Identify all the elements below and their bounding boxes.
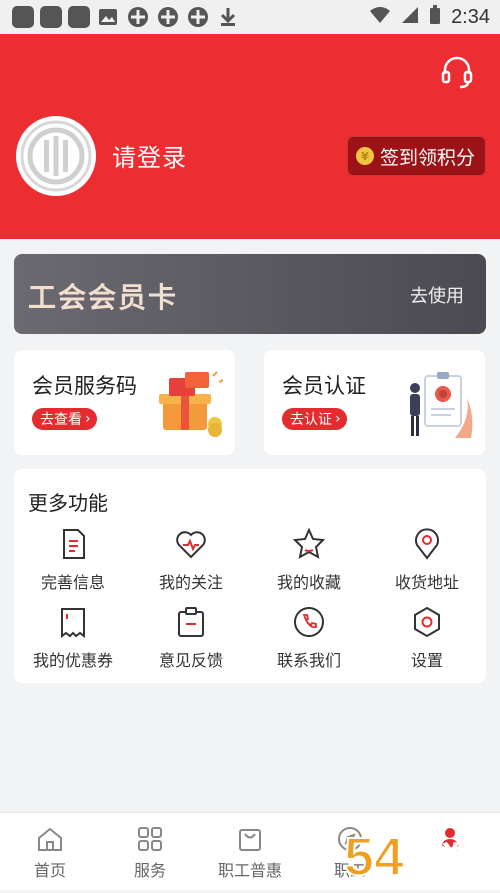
gift-box-illustration <box>155 368 225 440</box>
download-icon <box>216 6 240 28</box>
tile-title: 会员服务码 <box>32 374 137 398</box>
location-icon <box>415 528 439 560</box>
function-label: 我的收藏 <box>276 573 341 592</box>
svg-text:手游网: 手游网 <box>404 842 494 877</box>
avatar[interactable] <box>16 116 96 196</box>
tile-title: 会员认证 <box>282 374 366 398</box>
section-title: 更多功能 <box>28 491 108 515</box>
status-bar-notifications <box>0 6 240 28</box>
bag-icon <box>239 829 261 851</box>
function-shipping-address[interactable]: 收货地址 <box>368 527 486 593</box>
member-service-code-tile[interactable]: 会员服务码 去查看 › <box>14 350 235 455</box>
function-label: 我的优惠券 <box>32 651 113 670</box>
tab-home[interactable]: 首页 <box>0 813 100 890</box>
more-functions-panel: 更多功能 完善信息 我的关注 我的收藏 收货地址 我的优惠券 意见反馈 联系我们… <box>14 469 486 683</box>
function-contact-us[interactable]: 联系我们 <box>250 605 368 671</box>
home-icon <box>38 827 62 851</box>
svg-text:54: 54 <box>344 827 404 887</box>
image-icon <box>96 6 120 28</box>
chevron-right-icon: › <box>335 411 341 427</box>
checkin-points-button[interactable]: ¥ 签到领积分 <box>346 136 486 176</box>
chevron-right-icon: › <box>85 411 91 427</box>
function-label: 联系我们 <box>276 651 341 670</box>
signal-icon <box>401 6 419 28</box>
function-grid: 完善信息 我的关注 我的收藏 收货地址 我的优惠券 意见反馈 联系我们 设置 <box>14 527 486 671</box>
function-label: 意见反馈 <box>158 651 223 670</box>
notification-square-icon <box>40 6 62 28</box>
view-button-label: 去查看 <box>40 412 82 428</box>
app-logo-icon <box>126 6 150 28</box>
function-my-favorites[interactable]: 我的收藏 <box>250 527 368 593</box>
grid-icon <box>138 827 162 851</box>
function-my-coupons[interactable]: 我的优惠券 <box>14 605 132 671</box>
tab-label: 服务 <box>133 861 166 880</box>
customer-service-icon[interactable] <box>440 56 474 90</box>
notification-square-icon <box>12 6 34 28</box>
union-logo-icon <box>20 120 92 192</box>
coupon-icon <box>61 608 85 638</box>
star-icon <box>292 527 326 559</box>
profile-header: 请登录 ¥ 签到领积分 <box>0 34 500 239</box>
wifi-icon <box>369 6 391 28</box>
function-label: 我的关注 <box>158 573 223 592</box>
document-icon <box>63 529 85 559</box>
member-card-title: 工会会员卡 <box>28 281 179 314</box>
function-complete-info[interactable]: 完善信息 <box>14 527 132 593</box>
verify-button-label: 去认证 <box>290 412 332 428</box>
notification-square-icon <box>68 6 90 28</box>
function-feedback[interactable]: 意见反馈 <box>132 605 250 671</box>
verify-button[interactable]: 去认证 › <box>282 408 347 430</box>
function-settings[interactable]: 设置 <box>368 605 486 671</box>
heart-icon <box>176 531 206 559</box>
battery-icon <box>429 5 441 29</box>
tab-label: 职工普惠 <box>217 861 282 880</box>
login-prompt[interactable]: 请登录 <box>112 138 187 173</box>
settings-icon <box>414 606 440 638</box>
member-verification-tile[interactable]: 会员认证 去认证 › <box>264 350 485 455</box>
tab-worker-benefits[interactable]: 职工普惠 <box>200 813 300 890</box>
site-watermark-logo: 54 手游网 <box>340 819 500 889</box>
certificate-illustration <box>405 368 475 440</box>
app-logo-icon <box>186 6 210 28</box>
checkin-points-label: 签到领积分 <box>379 146 475 169</box>
function-label: 完善信息 <box>40 573 105 592</box>
tab-label: 首页 <box>33 861 66 880</box>
function-label: 收货地址 <box>394 573 459 592</box>
feedback-icon <box>178 607 204 637</box>
tab-services[interactable]: 服务 <box>100 813 200 890</box>
status-bar: 2:34 <box>0 0 500 34</box>
function-label: 设置 <box>410 651 443 670</box>
function-my-follows[interactable]: 我的关注 <box>132 527 250 593</box>
coin-icon: ¥ <box>355 147 374 165</box>
view-button[interactable]: 去查看 › <box>32 408 97 430</box>
phone-icon <box>294 607 324 637</box>
use-card-link[interactable]: 去使用 <box>410 282 464 308</box>
union-member-card[interactable]: 工会会员卡 去使用 <box>14 254 486 334</box>
clock: 2:34 <box>451 5 490 28</box>
app-logo-icon <box>156 6 180 28</box>
